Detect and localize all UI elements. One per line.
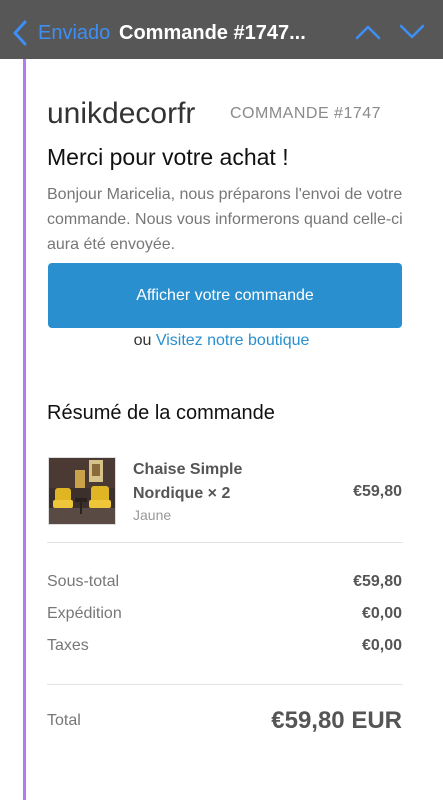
- shop-link[interactable]: Visitez notre boutique: [156, 332, 310, 349]
- product-price: €59,80: [353, 483, 402, 500]
- order-number: COMMANDE #1747: [230, 105, 382, 122]
- total-label: Total: [47, 712, 81, 729]
- or-text: ou: [133, 332, 152, 349]
- chevron-left-icon[interactable]: [10, 20, 32, 46]
- back-button[interactable]: Enviado: [38, 20, 110, 46]
- chevron-up-icon[interactable]: [354, 22, 382, 42]
- subtotal-label: Sous-total: [47, 573, 120, 590]
- shipping-label: Expédition: [47, 605, 122, 622]
- navigation-bar: Enviado Commande #1747...: [0, 0, 443, 59]
- shop-link-line: ou Visitez notre boutique: [0, 331, 443, 351]
- subtotal-value: €59,80: [353, 573, 402, 590]
- chevron-down-icon[interactable]: [398, 22, 426, 42]
- divider: [47, 542, 403, 543]
- divider: [47, 684, 403, 685]
- shipping-value: €0,00: [361, 605, 402, 622]
- product-variant: Jaune: [133, 507, 172, 523]
- intro-text: Bonjour Maricelia, nous préparons l'envo…: [47, 186, 403, 253]
- summary-heading: Résumé de la commande: [47, 402, 275, 424]
- product-name: Chaise Simple Nordique × 2: [133, 461, 243, 502]
- shop-name: unikdecorfr: [47, 97, 196, 130]
- view-order-button[interactable]: Afficher votre commande: [48, 263, 402, 328]
- product-image: [48, 457, 116, 525]
- forward-quote-line: [23, 59, 26, 800]
- nav-title: Commande #1747...: [119, 22, 306, 44]
- taxes-label: Taxes: [47, 637, 89, 654]
- taxes-value: €0,00: [361, 637, 402, 654]
- thanks-heading: Merci pour votre achat !: [47, 144, 289, 170]
- total-value: €59,80 EUR: [271, 707, 402, 734]
